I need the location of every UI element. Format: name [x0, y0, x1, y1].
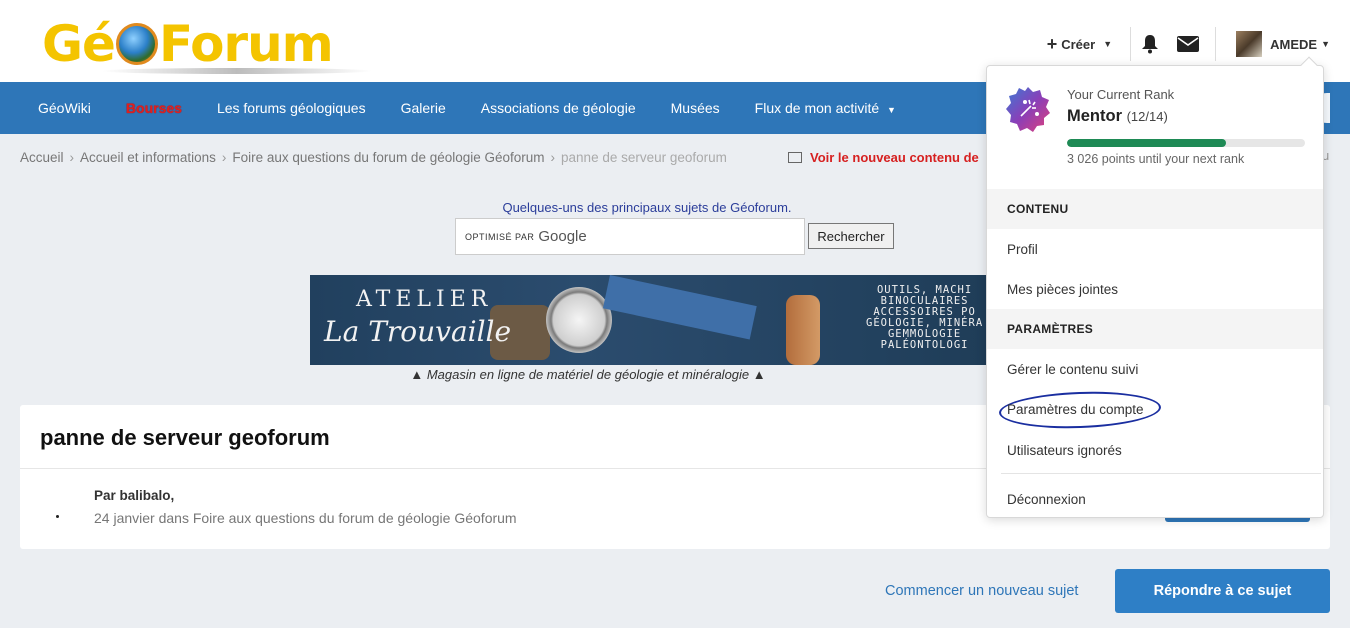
divider: [1001, 473, 1321, 474]
banner-hammer-image: [786, 295, 820, 365]
rank-name: Mentor (12/14): [1067, 107, 1168, 126]
avatar[interactable]: [1236, 31, 1263, 57]
banner-ruler-image: [602, 275, 757, 340]
page-title: panne de serveur geoforum: [40, 425, 330, 450]
rank-name-text: Mentor: [1067, 107, 1122, 125]
banner-compass-image: [546, 287, 612, 353]
nav-item-galerie[interactable]: Galerie: [383, 100, 463, 116]
chevron-right-icon: ›: [550, 150, 556, 165]
breadcrumb-item[interactable]: Accueil et informations: [80, 150, 216, 165]
logo-swoosh: [102, 68, 372, 74]
rank-progress-fill: [1067, 139, 1227, 147]
chevron-down-icon[interactable]: ▼: [1321, 39, 1330, 49]
reply-button[interactable]: Répondre à ce sujet: [1115, 569, 1330, 613]
breadcrumb-item[interactable]: Foire aux questions du forum de géologie…: [232, 150, 544, 165]
rank-label: Your Current Rank: [1067, 87, 1175, 102]
rank-points: 3 026 points until your next rank: [1067, 152, 1245, 166]
banner-atelier: ATELIER: [356, 287, 493, 312]
menu-item-followed-content[interactable]: Gérer le contenu suivi: [1007, 362, 1138, 377]
search-input[interactable]: OPTIMISÉ PAR Google: [455, 218, 805, 255]
logo-text-left: Gé: [42, 15, 116, 73]
google-logo: Google: [538, 228, 587, 245]
chevron-right-icon: ›: [221, 150, 227, 165]
menu-item-logout[interactable]: Déconnexion: [1007, 492, 1086, 507]
nav-item-flux[interactable]: Flux de mon activité ▼: [737, 100, 913, 116]
search-optimise-label: OPTIMISÉ PAR: [465, 231, 535, 242]
topic-meta: 24 janvier dans Foire aux questions du f…: [94, 510, 517, 526]
user-menu: Your Current Rank Mentor (12/14) 3 026 p…: [986, 56, 1324, 518]
banner-product-list: OUTILS, MACHI BINOCULAIRES ACCESSOIRES P…: [866, 285, 983, 351]
rank-badge-icon: [1006, 87, 1050, 132]
menu-item-attachments[interactable]: Mes pièces jointes: [1007, 282, 1118, 297]
new-content-link[interactable]: Voir le nouveau contenu de: [788, 150, 979, 165]
divider: [1215, 27, 1217, 61]
newspaper-icon: [788, 152, 802, 163]
breadcrumb-item[interactable]: Accueil: [20, 150, 64, 165]
bell-icon: [1142, 35, 1159, 54]
rank-fraction: (12/14): [1126, 109, 1168, 124]
section-content-heading: CONTENU: [987, 189, 1323, 229]
author-avatar[interactable]: [56, 515, 59, 518]
nav-flux-label: Flux de mon activité: [754, 100, 880, 116]
messages-button[interactable]: [1169, 27, 1207, 61]
menu-item-ignored-users[interactable]: Utilisateurs ignorés: [1007, 443, 1122, 458]
nav-item-musees[interactable]: Musées: [653, 100, 737, 116]
new-content-label: Voir le nouveau contenu de: [810, 150, 979, 165]
banner-trouvaille: La Trouvaille: [324, 315, 512, 348]
nav-item-associations[interactable]: Associations de géologie: [463, 100, 653, 116]
geoforum-logo[interactable]: Gé Forum: [42, 14, 372, 76]
notifications-button[interactable]: [1131, 27, 1169, 61]
topic-author[interactable]: Par balibalo,: [94, 488, 174, 503]
section-settings-heading: PARAMÈTRES: [987, 309, 1323, 349]
nav-item-geowiki[interactable]: GéoWiki: [20, 100, 108, 116]
rank-progress-bar: [1067, 139, 1305, 147]
chevron-down-icon: ▼: [1103, 39, 1113, 49]
banner-line: PALÉONTOLOGI: [880, 339, 969, 351]
breadcrumb-current: panne de serveur geoforum: [561, 150, 727, 165]
logo-text-right: Forum: [158, 15, 334, 73]
user-bar: + Créer ▼ AMEDE ▼: [1047, 22, 1330, 66]
new-topic-link[interactable]: Commencer un nouveau sujet: [885, 583, 1078, 599]
menu-item-account-settings[interactable]: Paramètres du compte: [1007, 402, 1144, 417]
nav-item-forums[interactable]: Les forums géologiques: [199, 100, 383, 116]
menu-item-profil[interactable]: Profil: [1007, 242, 1038, 257]
create-label: Créer: [1061, 36, 1096, 52]
create-button[interactable]: + Créer ▼: [1047, 34, 1130, 55]
chevron-right-icon: ›: [69, 150, 75, 165]
search-button[interactable]: Rechercher: [808, 223, 894, 249]
chevron-down-icon: ▼: [887, 105, 896, 115]
globe-icon: [115, 23, 158, 65]
breadcrumb: Accueil › Accueil et informations › Foire au…: [20, 150, 727, 165]
nav-item-bourses[interactable]: Bourses: [108, 100, 199, 116]
username[interactable]: AMEDE: [1270, 37, 1317, 52]
envelope-icon: [1177, 36, 1200, 52]
shop-banner[interactable]: ATELIER La Trouvaille OUTILS, MACHI BINO…: [310, 275, 986, 365]
plus-icon: +: [1046, 33, 1058, 54]
